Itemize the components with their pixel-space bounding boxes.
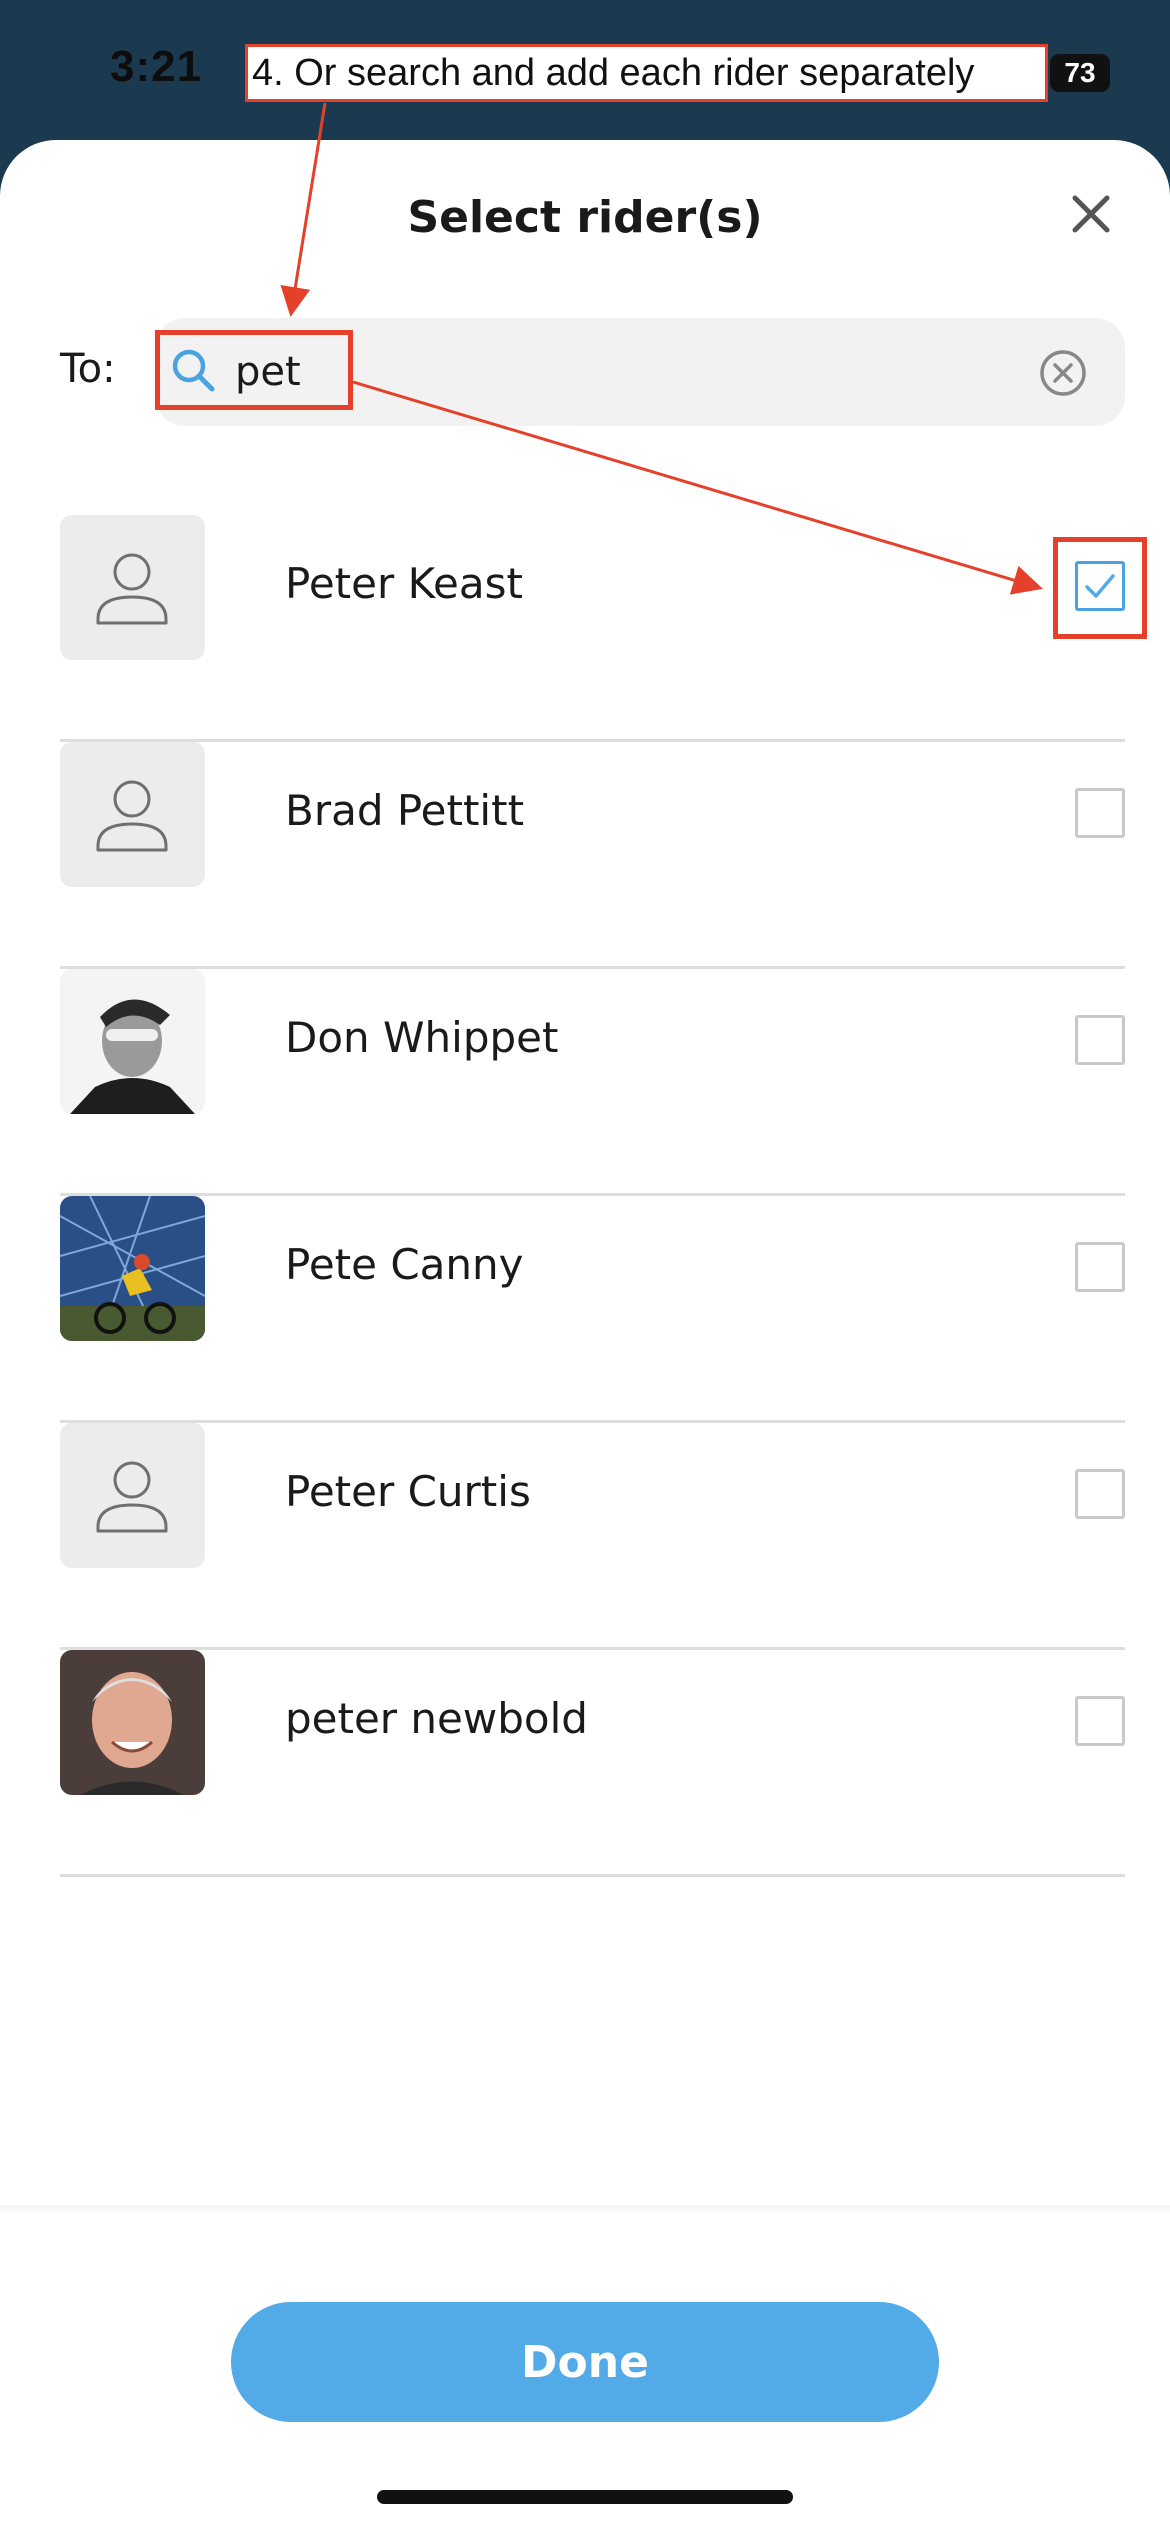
rider-row[interactable]: Pete Canny (60, 1196, 1125, 1423)
rider-row[interactable]: peter newbold (60, 1650, 1125, 1877)
avatar-photo (60, 969, 205, 1114)
rider-row[interactable]: Peter Keast (60, 515, 1125, 742)
avatar-placeholder-icon (60, 742, 205, 887)
rider-name: Don Whippet (285, 1013, 559, 1062)
search-annotation-highlight (155, 330, 353, 410)
close-button[interactable] (1063, 186, 1119, 242)
rider-row[interactable]: Brad Pettitt (60, 742, 1125, 969)
clear-search-icon[interactable] (1037, 347, 1089, 399)
rider-row[interactable]: Peter Curtis (60, 1423, 1125, 1650)
close-icon (1072, 195, 1110, 233)
rider-checkbox[interactable] (1075, 1696, 1125, 1746)
status-time: 3:21 (110, 42, 203, 91)
to-label: To: (60, 346, 116, 392)
rider-name: Peter Keast (285, 559, 523, 608)
rider-name: Peter Curtis (285, 1467, 531, 1516)
rider-checkbox[interactable] (1075, 1015, 1125, 1065)
checkbox-annotation-highlight (1053, 537, 1147, 639)
home-indicator (377, 2490, 793, 2504)
avatar-placeholder-icon (60, 1423, 205, 1568)
sheet-title: Select rider(s) (407, 192, 763, 243)
rider-checkbox[interactable] (1075, 788, 1125, 838)
avatar-placeholder-icon (60, 515, 205, 660)
rider-name: peter newbold (285, 1694, 588, 1743)
rider-name: Pete Canny (285, 1240, 524, 1289)
avatar-photo (60, 1196, 205, 1341)
rider-name: Brad Pettitt (285, 786, 525, 835)
battery-indicator: 73 (1050, 54, 1110, 92)
annotation-label: 4. Or search and add each rider separate… (245, 44, 1048, 102)
rider-checkbox[interactable] (1075, 1242, 1125, 1292)
rider-checkbox[interactable] (1075, 1469, 1125, 1519)
avatar-photo (60, 1650, 205, 1795)
done-button[interactable]: Done (231, 2302, 939, 2422)
rider-row[interactable]: Don Whippet (60, 969, 1125, 1196)
footer-divider (0, 2205, 1170, 2215)
